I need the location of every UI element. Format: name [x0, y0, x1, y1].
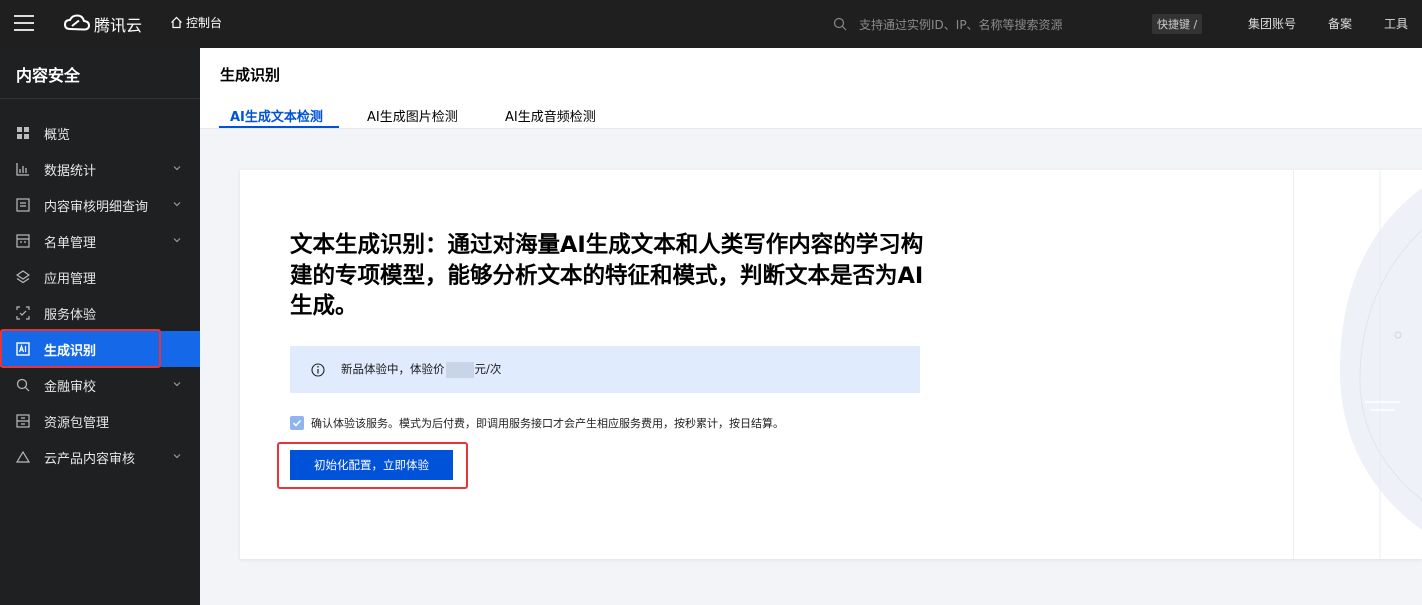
- sidebar-item-finance-review[interactable]: 金融审校: [0, 367, 200, 403]
- chevron-down-icon: [173, 454, 181, 459]
- sidebar-item-label: 数据统计: [44, 163, 97, 179]
- sidebar-item-label: 内容审核明细查询: [44, 199, 149, 215]
- tools-link[interactable]: 工具: [1384, 15, 1408, 32]
- sidebar-item-overview[interactable]: 概览: [0, 115, 200, 151]
- check-icon: [292, 419, 302, 427]
- tab-ai-text-detection[interactable]: AI生成文本检测: [230, 106, 323, 125]
- chevron-down-icon: [173, 202, 181, 207]
- page-title: 生成识别: [220, 66, 281, 84]
- pricing-info-bar: 新品体验中，体验价 元/次: [290, 346, 920, 393]
- tab-ai-image-detection[interactable]: AI生成图片检测: [367, 106, 458, 125]
- list-icon: [16, 198, 30, 212]
- filing-link[interactable]: 备案: [1328, 15, 1352, 32]
- brand-name: 腾讯云: [94, 16, 143, 35]
- cloud-icon: [16, 450, 30, 463]
- highlight-box-cta: [277, 442, 468, 489]
- chevron-down-icon: [173, 382, 181, 387]
- sidebar-item-audit-details[interactable]: 内容审核明细查询: [0, 187, 200, 223]
- bar-chart-icon: [16, 163, 29, 176]
- sidebar-item-cloud-content-audit[interactable]: 云产品内容审核: [0, 439, 200, 475]
- top-navbar: 腾讯云 控制台 支持通过实例ID、IP、名称等搜索资源 快捷键 / 集团账号 备…: [0, 0, 1422, 48]
- finance-search-icon: [16, 378, 30, 392]
- pricing-suffix: 元/次: [474, 362, 502, 377]
- decorative-graphic: [1320, 170, 1422, 559]
- sidebar-item-app-management[interactable]: 应用管理: [0, 259, 200, 295]
- sidebar-item-service-trial[interactable]: 服务体验: [0, 295, 200, 331]
- decorative-arc: [1320, 170, 1422, 559]
- sidebar-item-label: 服务体验: [44, 307, 97, 323]
- sidebar-item-label: 资源包管理: [44, 415, 110, 431]
- pricing-info-text: 新品体验中，体验价 元/次: [341, 361, 501, 378]
- highlight-box-sidebar: [0, 329, 161, 368]
- grid-icon: [17, 127, 29, 139]
- sidebar-item-roster[interactable]: 名单管理: [0, 223, 200, 259]
- tencent-cloud-logo[interactable]: 腾讯云: [64, 12, 142, 36]
- intro-headline: 文本生成识别：通过对海量AI生成文本和人类写作内容的学习构建的专项模型，能够分析…: [290, 232, 924, 319]
- sidebar-item-label: 名单管理: [44, 235, 97, 251]
- chevron-down-icon: [173, 238, 181, 243]
- sidebar-item-label: 概览: [44, 127, 71, 143]
- info-icon: [311, 362, 325, 377]
- sidebar-item-label: 云产品内容审核: [44, 451, 136, 467]
- sidebar-item-label: 金融审校: [44, 379, 97, 395]
- package-icon: [16, 414, 30, 428]
- page-header: 生成识别 AI生成文本检测 AI生成图片检测 AI生成音频检测: [200, 48, 1422, 129]
- chevron-down-icon: [173, 166, 181, 171]
- search-icon: [833, 17, 847, 31]
- consent-checkbox[interactable]: [290, 416, 304, 430]
- search-placeholder: 支持通过实例ID、IP、名称等搜索资源: [859, 17, 1063, 32]
- group-account-link[interactable]: 集团账号: [1248, 15, 1296, 32]
- console-link[interactable]: 控制台: [170, 14, 222, 31]
- sidebar-item-label: 应用管理: [44, 271, 97, 287]
- scan-icon: [16, 306, 30, 320]
- active-tab-indicator: [219, 126, 339, 128]
- consent-row: 确认体验该服务。模式为后付费，即调用服务接口才会产生相应服务费用，按秒累计，按日…: [290, 415, 784, 431]
- pricing-prefix: 新品体验中，体验价: [341, 362, 445, 377]
- sidebar-item-package-management[interactable]: 资源包管理: [0, 403, 200, 439]
- sidebar-title: 内容安全: [16, 66, 81, 85]
- card-divider: [1293, 170, 1294, 559]
- home-icon: [171, 16, 182, 29]
- shortcut-hint: 快捷键 /: [1152, 14, 1203, 34]
- sidebar-divider: [0, 98, 200, 99]
- redacted-price: [445, 361, 474, 378]
- intro-card: 文本生成识别：通过对海量AI生成文本和人类写作内容的学习构建的专项模型，能够分析…: [240, 170, 1422, 559]
- layers-icon: [16, 270, 30, 284]
- hamburger-menu-icon[interactable]: [14, 15, 34, 33]
- roster-icon: [16, 234, 30, 248]
- sidebar-item-statistics[interactable]: 数据统计: [0, 151, 200, 187]
- console-label: 控制台: [186, 16, 223, 30]
- cloud-logo-icon: [64, 14, 90, 31]
- consent-text: 确认体验该服务。模式为后付费，即调用服务接口才会产生相应服务费用，按秒累计，按日…: [311, 417, 784, 430]
- sidebar: 内容安全 概览 数据统计 内容审核明细查询 名单管理 应用管理 服务体验 生成识…: [0, 48, 200, 605]
- tab-ai-audio-detection[interactable]: AI生成音频检测: [505, 106, 596, 125]
